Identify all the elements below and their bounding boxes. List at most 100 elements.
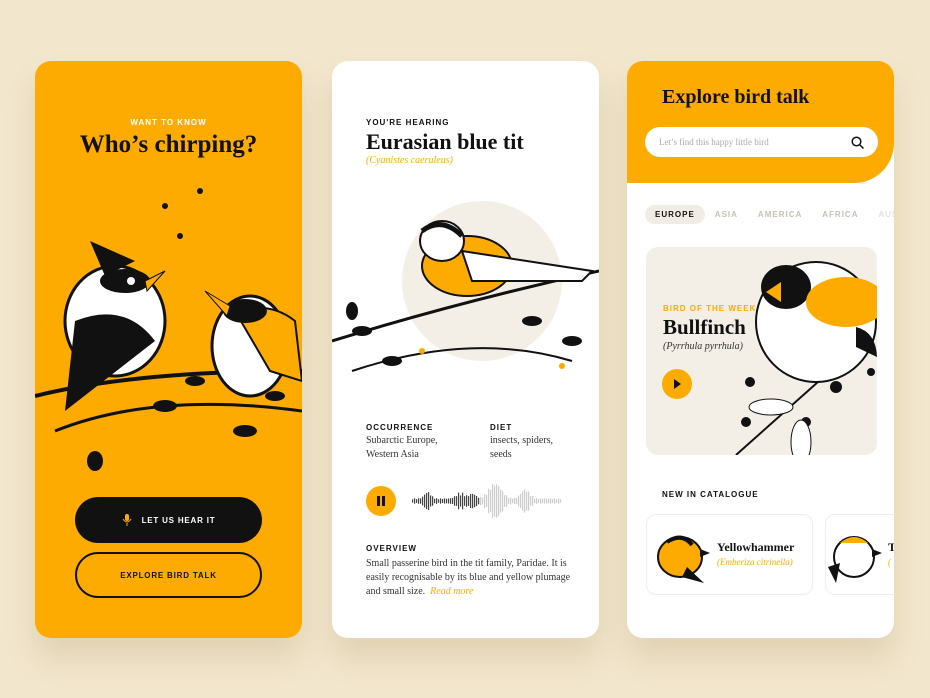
waveform-bar xyxy=(494,485,496,517)
waveform-bar xyxy=(466,495,468,507)
waveform-bar xyxy=(468,496,470,506)
birds-illustration xyxy=(35,188,302,471)
waveform-bar xyxy=(460,495,462,507)
tab-asia[interactable]: ASIA xyxy=(705,205,748,224)
waveform-bar xyxy=(558,498,560,504)
overview-text: Small passerine bird in the tit family, … xyxy=(366,557,571,599)
let-us-hear-it-button[interactable]: LET US HEAR IT xyxy=(75,497,262,543)
waveform-bar xyxy=(532,496,534,506)
page-title: Explore bird talk xyxy=(662,86,810,108)
waveform-bar xyxy=(436,498,438,504)
waveform-bar xyxy=(464,496,466,506)
waveform-bar xyxy=(418,498,420,504)
waveform-bar xyxy=(546,498,548,504)
explore-bird-talk-button[interactable]: EXPLORE BIRD TALK xyxy=(75,552,262,598)
waveform-bar xyxy=(498,486,500,516)
microphone-icon xyxy=(122,514,131,526)
waveform-bar xyxy=(448,498,450,504)
catalogue-item[interactable]: T ( xyxy=(825,514,894,595)
waveform-bar xyxy=(512,498,514,504)
catalogue-label: NEW IN CATALOGUE xyxy=(662,490,759,499)
waveform-bar xyxy=(422,496,424,506)
bird-of-week-card[interactable]: BIRD OF THE WEEK Bullfinch (Pyrrhula pyr… xyxy=(646,247,877,455)
header xyxy=(627,61,894,183)
region-tabs: EUROPE ASIA AMERICA AFRICA AUSTRALIA xyxy=(645,205,894,224)
waveform-bar xyxy=(536,498,538,504)
occurrence-value: Subarctic Europe, Western Asia xyxy=(366,435,438,460)
yellowhammer-illustration xyxy=(657,535,710,583)
play-button[interactable] xyxy=(662,369,692,399)
waveform-bar xyxy=(442,498,444,504)
waveform-bar xyxy=(454,496,456,506)
waveform-bar xyxy=(472,493,474,509)
waveform-bar xyxy=(486,495,488,507)
waveform-bar xyxy=(524,489,526,513)
waveform-bar xyxy=(474,494,476,508)
catalogue-item-name: Yellowhammer xyxy=(717,540,795,554)
waveform-bar xyxy=(526,491,528,511)
button-label: EXPLORE BIRD TALK xyxy=(120,570,217,580)
waveform-bar xyxy=(510,497,512,505)
catalogue-item[interactable]: Yellowhammer (Emberiza citrinella) xyxy=(646,514,813,595)
waveform-bar xyxy=(462,492,464,510)
waveform-bar xyxy=(544,498,546,504)
tab-america[interactable]: AMERICA xyxy=(748,205,812,224)
catalogue-item-latin: ( xyxy=(888,557,891,567)
diet-label: DIET xyxy=(490,423,513,432)
waveform-bar xyxy=(554,498,556,504)
eyebrow: WANT TO KNOW xyxy=(130,118,207,127)
waveform-bar xyxy=(458,492,460,510)
waveform-bar xyxy=(470,494,472,508)
search-input[interactable]: Let’s find this happy little bird xyxy=(645,127,878,157)
waveform-bar xyxy=(432,496,434,506)
waveform-bar xyxy=(424,494,426,508)
waveform-bar xyxy=(530,496,532,506)
screen-bird-detail: YOU'RE HEARING Eurasian blue tit (Cyanis… xyxy=(332,61,599,638)
waveform-bar xyxy=(452,497,454,505)
tab-australia[interactable]: AUSTRALIA xyxy=(868,205,894,224)
waveform-bar xyxy=(550,498,552,504)
waveform-bar xyxy=(420,498,422,504)
waveform-bar xyxy=(540,498,542,504)
bird-name: Eurasian blue tit xyxy=(366,129,524,154)
waveform-bar xyxy=(456,496,458,506)
tab-africa[interactable]: AFRICA xyxy=(812,205,868,224)
read-more-link[interactable]: Read more xyxy=(430,586,473,597)
eyebrow: BIRD OF THE WEEK xyxy=(663,304,757,313)
pause-button[interactable] xyxy=(366,486,396,516)
waveform-bar xyxy=(414,498,416,504)
waveform-bar xyxy=(480,496,482,506)
waveform-bar xyxy=(440,498,442,504)
occurrence-label: OCCURRENCE xyxy=(366,423,434,432)
waveform-bar xyxy=(522,491,524,511)
waveform-bar xyxy=(552,498,554,504)
diet-value: insects, spiders, seeds xyxy=(490,435,554,460)
waveform-bar xyxy=(538,499,540,503)
waveform-bar xyxy=(528,491,530,511)
waveform-bar xyxy=(484,494,486,508)
search-icon[interactable] xyxy=(851,135,864,149)
waveform-bar xyxy=(446,498,448,504)
waveform-bar xyxy=(426,492,428,510)
eyebrow: YOU'RE HEARING xyxy=(366,118,450,127)
waveform-bar xyxy=(416,499,418,503)
waveform-bar xyxy=(450,498,452,504)
waveform-bar xyxy=(506,495,508,507)
blue-tit-illustration xyxy=(332,201,599,372)
waveform-bar xyxy=(492,484,494,518)
waveform-bar xyxy=(490,489,492,513)
tab-europe[interactable]: EUROPE xyxy=(645,205,705,224)
featured-bird-latin: (Pyrrhula pyrrhula) xyxy=(663,341,743,352)
waveform-bar xyxy=(444,498,446,504)
waveform-bar xyxy=(560,499,562,503)
waveform-bar xyxy=(434,498,436,504)
waveform-bar xyxy=(542,498,544,504)
bird-latin-name: (Cyanistes caeruleus) xyxy=(366,155,453,166)
waveform-bar xyxy=(496,484,498,518)
waveform-bar xyxy=(502,490,504,512)
audio-waveform[interactable] xyxy=(412,481,567,521)
waveform-bar xyxy=(516,497,518,505)
button-label: LET US HEAR IT xyxy=(141,515,216,525)
waveform-bar xyxy=(500,489,502,513)
waveform-bar xyxy=(508,498,510,504)
